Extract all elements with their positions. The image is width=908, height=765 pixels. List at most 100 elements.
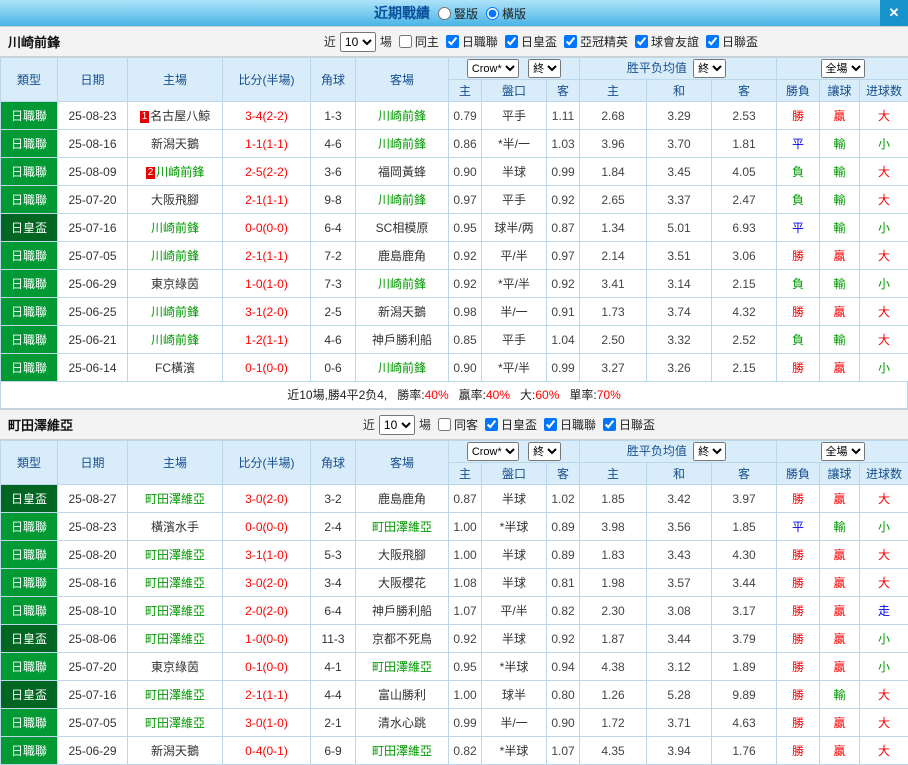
score-cell: 3-0(2-0) bbox=[223, 569, 311, 597]
corner-cell: 9-8 bbox=[311, 186, 356, 214]
filter-checkbox[interactable] bbox=[399, 35, 412, 48]
col-date: 日期 bbox=[58, 441, 128, 485]
corner-cell: 2-1 bbox=[311, 709, 356, 737]
corner-cell: 6-9 bbox=[311, 737, 356, 765]
col-handicap: 盤口 bbox=[482, 80, 547, 102]
euro-away-cell: 2.53 bbox=[712, 102, 777, 130]
filter-option[interactable]: 同主 bbox=[399, 33, 439, 50]
date-cell: 25-08-16 bbox=[58, 130, 128, 158]
corner-cell: 2-5 bbox=[311, 298, 356, 326]
euro-draw-cell: 3.94 bbox=[647, 737, 712, 765]
team-name: SC相模原 bbox=[376, 221, 429, 235]
euro-home-cell: 4.38 bbox=[580, 653, 647, 681]
filter-option[interactable]: 亞冠精英 bbox=[564, 33, 628, 50]
filter-checkbox[interactable] bbox=[485, 418, 498, 431]
view-mode-radio[interactable] bbox=[486, 7, 499, 20]
euro-away-cell: 3.44 bbox=[712, 569, 777, 597]
bookmaker-select[interactable]: Crow* bbox=[467, 59, 519, 78]
filter-checkbox[interactable] bbox=[505, 35, 518, 48]
result-cell: 勝 bbox=[777, 737, 820, 765]
asian-final-select[interactable]: 終 bbox=[528, 59, 561, 78]
team-name: 川崎前鋒 bbox=[378, 109, 426, 123]
filter-checkbox[interactable] bbox=[603, 418, 616, 431]
filter-checkbox[interactable] bbox=[635, 35, 648, 48]
ah-home-odds-cell: 1.08 bbox=[449, 569, 482, 597]
date-cell: 25-06-29 bbox=[58, 270, 128, 298]
europe-final-select[interactable]: 終 bbox=[693, 442, 726, 461]
league-cell: 日職聯 bbox=[1, 270, 58, 298]
euro-draw-cell: 3.70 bbox=[647, 130, 712, 158]
home-team-cell: 2川崎前鋒 bbox=[128, 158, 223, 186]
team-name: 新潟天鵝 bbox=[151, 744, 199, 758]
ah-away-odds-cell: 1.03 bbox=[547, 130, 580, 158]
ah-home-odds-cell: 1.00 bbox=[449, 513, 482, 541]
view-mode-radio[interactable] bbox=[438, 7, 451, 20]
filter-option[interactable]: 日聯盃 bbox=[603, 416, 655, 433]
away-team-cell: 神戶勝利船 bbox=[356, 326, 449, 354]
filter-option[interactable]: 同客 bbox=[438, 416, 478, 433]
euro-away-cell: 2.15 bbox=[712, 354, 777, 382]
recent-count-select[interactable]: 10 bbox=[379, 415, 415, 435]
europe-odds-header: 胜平负均值 終 bbox=[580, 441, 777, 463]
close-button[interactable]: ✕ bbox=[880, 0, 908, 26]
result-cell: 負 bbox=[777, 186, 820, 214]
view-mode-option[interactable]: 橫版 bbox=[486, 5, 526, 22]
euro-draw-cell: 3.43 bbox=[647, 541, 712, 569]
league-cell: 日皇盃 bbox=[1, 625, 58, 653]
euro-away-cell: 1.76 bbox=[712, 737, 777, 765]
corner-cell: 3-2 bbox=[311, 485, 356, 513]
euro-away-cell: 2.15 bbox=[712, 270, 777, 298]
away-team-cell: 川崎前鋒 bbox=[356, 354, 449, 382]
team-name: 川崎前鋒 bbox=[151, 249, 199, 263]
handicap-result-cell: 贏 bbox=[820, 709, 860, 737]
filter-checkbox[interactable] bbox=[564, 35, 577, 48]
filter-checkbox[interactable] bbox=[706, 35, 719, 48]
team-name: 川崎前鋒 bbox=[151, 305, 199, 319]
asian-final-select[interactable]: 終 bbox=[528, 442, 561, 461]
recent-count-select[interactable]: 10 bbox=[340, 32, 376, 52]
filter-checkbox[interactable] bbox=[446, 35, 459, 48]
date-cell: 25-07-05 bbox=[58, 709, 128, 737]
fullgame-select[interactable]: 全場 bbox=[821, 442, 865, 461]
euro-away-cell: 3.97 bbox=[712, 485, 777, 513]
col-home: 主場 bbox=[128, 441, 223, 485]
corner-cell: 4-6 bbox=[311, 130, 356, 158]
euro-draw-cell: 3.74 bbox=[647, 298, 712, 326]
result-cell: 負 bbox=[777, 326, 820, 354]
summary-stat-label: 單率: bbox=[569, 388, 596, 402]
handicap-result-cell: 贏 bbox=[820, 485, 860, 513]
team-name: 名古屋八鯨 bbox=[150, 109, 210, 123]
rank-badge: 2 bbox=[146, 167, 156, 179]
fullgame-select[interactable]: 全場 bbox=[821, 59, 865, 78]
bookmaker-select[interactable]: Crow* bbox=[467, 442, 519, 461]
date-cell: 25-07-16 bbox=[58, 681, 128, 709]
team-name: FC橫濱 bbox=[155, 361, 195, 375]
goals-cell: 小 bbox=[860, 270, 908, 298]
recent-results-panel: 近期戰績 豎版橫版 ✕ 川崎前鋒 近10場同主日職聯日皇盃亞冠精英球會友誼日聯盃… bbox=[0, 0, 908, 765]
away-team-cell: 川崎前鋒 bbox=[356, 186, 449, 214]
handicap-cell: 平/半 bbox=[482, 242, 547, 270]
filter-option[interactable]: 日職聯 bbox=[446, 33, 498, 50]
view-mode-option[interactable]: 豎版 bbox=[438, 5, 478, 22]
col-score: 比分(半場) bbox=[223, 441, 311, 485]
match-row: 日職聯25-07-05川崎前鋒2-1(1-1)7-2鹿島鹿角0.92平/半0.9… bbox=[1, 242, 908, 270]
handicap-result-cell: 輸 bbox=[820, 158, 860, 186]
filter-option[interactable]: 日聯盃 bbox=[706, 33, 758, 50]
handicap-cell: 半/一 bbox=[482, 298, 547, 326]
filter-option[interactable]: 球會友誼 bbox=[635, 33, 699, 50]
euro-draw-cell: 3.26 bbox=[647, 354, 712, 382]
date-cell: 25-08-06 bbox=[58, 625, 128, 653]
filter-checkbox[interactable] bbox=[544, 418, 557, 431]
europe-odds-label: 胜平负均值 bbox=[627, 444, 687, 458]
near-label: 近 bbox=[363, 416, 375, 433]
filter-option[interactable]: 日皇盃 bbox=[485, 416, 537, 433]
result-cell: 勝 bbox=[777, 709, 820, 737]
europe-final-select[interactable]: 終 bbox=[693, 59, 726, 78]
filter-option[interactable]: 日職聯 bbox=[544, 416, 596, 433]
filter-checkbox[interactable] bbox=[438, 418, 451, 431]
filter-option[interactable]: 日皇盃 bbox=[505, 33, 557, 50]
goals-cell: 大 bbox=[860, 681, 908, 709]
home-team-cell: 町田澤維亞 bbox=[128, 485, 223, 513]
match-row: 日職聯25-07-05町田澤維亞3-0(1-0)2-1清水心跳0.99半/一0.… bbox=[1, 709, 908, 737]
ah-away-odds-cell: 0.92 bbox=[547, 625, 580, 653]
